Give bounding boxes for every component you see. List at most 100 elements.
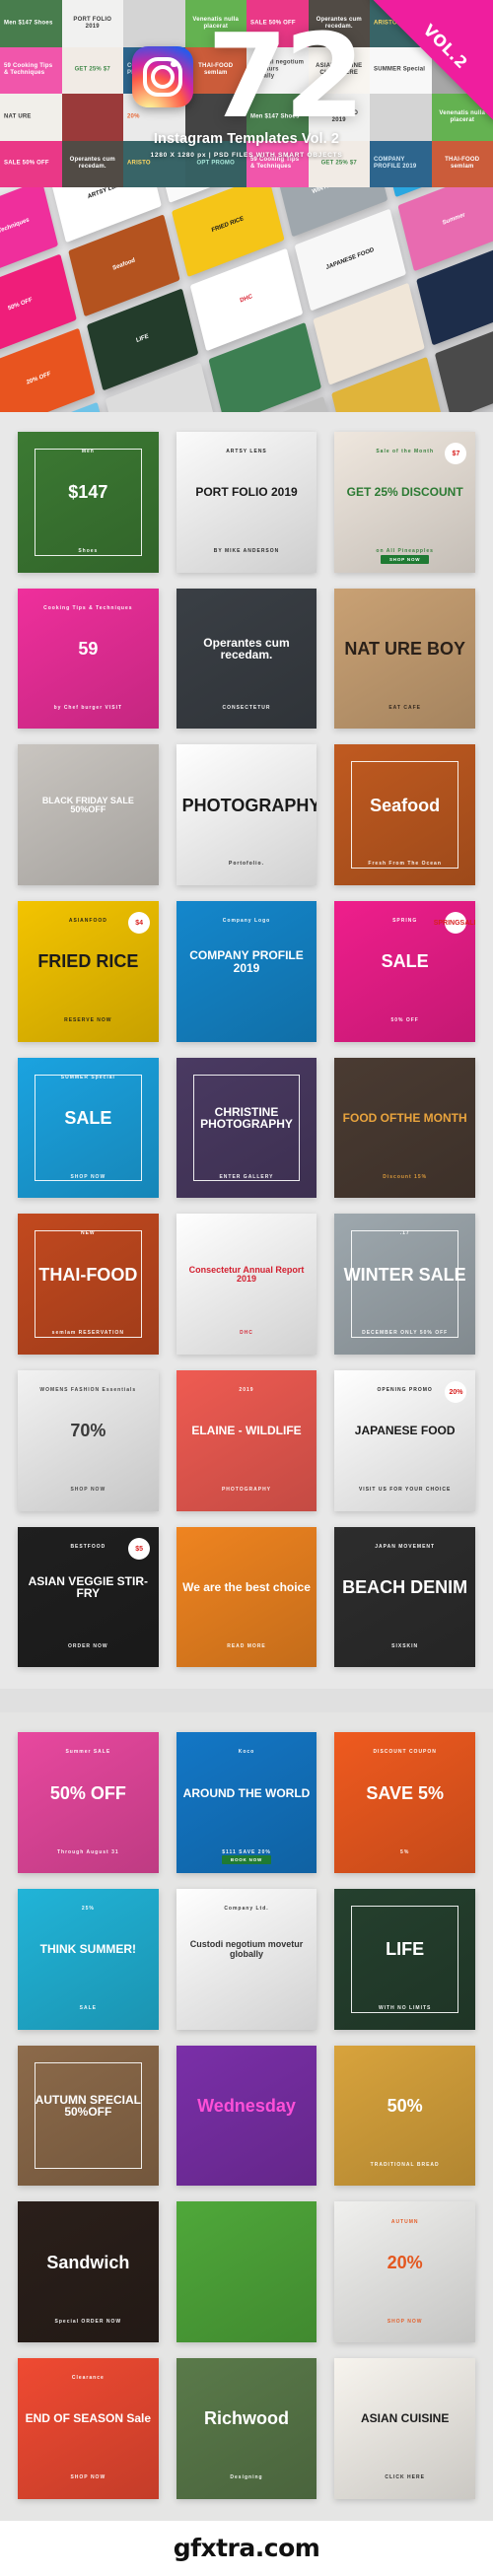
template-card[interactable]: ASIANFOODFRIED RICERESERVE NOW$4 [18, 901, 159, 1042]
template-card[interactable]: Operantes cum recedam.CONSECTETUR [176, 589, 317, 730]
card-eyebrow: ARTSY LENS [176, 449, 317, 454]
template-card[interactable]: OPENING PROMOJAPANESE FOODVISIT US FOR Y… [334, 1370, 475, 1511]
template-card[interactable]: AUTUMN 20% SHOP NOW [334, 2201, 475, 2342]
mockup-tile-label [447, 351, 493, 385]
template-card[interactable]: LIFE WITH NO LIMITS [334, 1889, 475, 2030]
card-subtext: Designing [176, 2474, 317, 2480]
card-title: Wednesday [176, 2097, 317, 2115]
template-card[interactable]: .17WINTER SALEDECEMBER ONLY 50% OFF [334, 1214, 475, 1355]
card-title: CHRISTINE PHOTOGRAPHY [176, 1106, 317, 1130]
template-card[interactable]: 2019ELAINE - WILDLIFEPHOTOGRAPHY [176, 1370, 317, 1511]
card-frame [35, 1075, 141, 1181]
card-title: JAPANESE FOOD [334, 1425, 475, 1436]
card-subtext: WITH NO LIMITS [334, 2005, 475, 2011]
mockup-tile-label [342, 391, 431, 412]
template-card[interactable]: Summer SALE50% OFFThrough August 31 [18, 1732, 159, 1873]
template-card[interactable]: SandwichSpecial ORDER NOW [18, 2201, 159, 2342]
card-eyebrow: AUTUMN [334, 2219, 475, 2225]
card-title: Operantes cum recedam. [176, 637, 317, 661]
footer-watermark-bar: gfxtra.com [0, 2521, 493, 2576]
card-title: NAT URE BOY [334, 640, 475, 658]
card-subtext: EAT CAFE [334, 705, 475, 711]
card-title: AUTUMN SPECIAL 50%OFF [18, 2094, 159, 2118]
template-card[interactable]: PHOTOGRAPHYPortofolio. [176, 744, 317, 885]
card-cta-button[interactable]: SHOP NOW [381, 555, 429, 564]
card-subtext: SHOP NOW [18, 1174, 159, 1180]
site-watermark: gfxtra.com [174, 2534, 320, 2562]
card-title: LIFE [334, 1940, 475, 1958]
card-image [18, 744, 159, 885]
template-card[interactable]: BESTFOODASIAN VEGGIE STIR-FRYORDER NOW$5 [18, 1527, 159, 1668]
perspective-mockup-band: AROUND THE WORLDCooking TechniquesARTSY … [0, 187, 493, 412]
card-title: THAI-FOOD [18, 1266, 159, 1284]
card-image [176, 2201, 317, 2342]
template-card[interactable]: 25%THINK SUMMER!SALE [18, 1889, 159, 2030]
template-card[interactable]: Wednesday [176, 2046, 317, 2187]
card-cta-wrap: BOOK NOW [176, 1848, 317, 1866]
template-grid-b: Summer SALE50% OFFThrough August 31KocoA… [18, 1732, 475, 2498]
mockup-tile-label: Cooking Techniques [0, 211, 47, 251]
card-subtext: Portofolio. [176, 861, 317, 867]
card-subtext: DHC [176, 1330, 317, 1336]
template-card[interactable]: FOOD OFTHE MONTHDiscount 15% [334, 1058, 475, 1199]
card-title: Seafood [334, 797, 475, 814]
template-card[interactable]: Company Ltd.Custodi negotium movetur glo… [176, 1889, 317, 2030]
card-subtext: semlam RESERVATION [18, 1330, 159, 1336]
template-card[interactable]: Company LogoCOMPANY PROFILE 2019 [176, 901, 317, 1042]
card-eyebrow: Clearance [18, 2375, 159, 2381]
card-subtext: VISIT US FOR YOUR CHOICE [334, 1487, 475, 1493]
mockup-tile-label: JAPANESE FOOD [305, 240, 395, 280]
template-card[interactable]: JAPAN MOVEMENTBEACH DENIMSIXSKIN [334, 1527, 475, 1668]
template-card[interactable] [176, 2201, 317, 2342]
template-card[interactable]: BLACK FRIDAY SALE 50%OFF [18, 744, 159, 885]
card-subtext: Shoes [18, 548, 159, 554]
template-card[interactable]: SPRINGSALE50% OFFSPRINGSALE [334, 901, 475, 1042]
card-subtext: SHOP NOW [18, 1487, 159, 1493]
template-card[interactable]: SUMMER SpecialSALESHOP NOW [18, 1058, 159, 1199]
card-title: PORT FOLIO 2019 [176, 486, 317, 498]
template-card[interactable]: RichwoodDesigning [176, 2358, 317, 2499]
card-title: THINK SUMMER! [18, 1943, 159, 1955]
template-card[interactable]: Sale of the MonthGET 25% DISCOUNTon All … [334, 432, 475, 573]
template-card[interactable]: Men$147Shoes [18, 432, 159, 573]
template-card[interactable]: ClearanceEND OF SEASON SaleSHOP NOW [18, 2358, 159, 2499]
template-count: 72 [207, 29, 361, 124]
template-card[interactable]: DISCOUNT COUPONSAVE 5%5% [334, 1732, 475, 1873]
card-eyebrow: WOMENS FASHION Essentials [18, 1387, 159, 1393]
card-subtext: ENTER GALLERY [176, 1174, 317, 1180]
mockup-tile-label: 20% OFF [0, 359, 84, 399]
card-title: 20% [334, 2254, 475, 2271]
card-subtext: CLICK HERE [334, 2474, 475, 2480]
template-card[interactable]: ASIAN CUISINECLICK HERE [334, 2358, 475, 2499]
card-subtext: SHOP NOW [334, 2319, 475, 2325]
section-divider [0, 1689, 493, 1712]
template-card[interactable]: NAT URE BOY EAT CAFE [334, 589, 475, 730]
card-title: BLACK FRIDAY SALE 50%OFF [18, 797, 159, 814]
template-card[interactable]: WOMENS FASHION Essentials70%SHOP NOW [18, 1370, 159, 1511]
template-grid-section-b: Summer SALE50% OFFThrough August 31KocoA… [0, 1712, 493, 2520]
template-card[interactable]: KocoAROUND THE WORLD$111 SAVE 20%BOOK NO… [176, 1732, 317, 1873]
page-title: Instagram Templates Vol. 2 [151, 131, 343, 147]
mockup-tile-label [324, 316, 413, 351]
template-card[interactable]: We are the best choiceREAD MORE [176, 1527, 317, 1668]
mockup-tile-label: ARTSY LENS [60, 187, 151, 212]
template-card[interactable]: ARTSY LENSPORT FOLIO 2019BY MIKE ANDERSO… [176, 432, 317, 573]
card-subtext: READ MORE [176, 1643, 317, 1649]
card-subtext: 5% [334, 1849, 475, 1855]
perspective-grid: AROUND THE WORLDCooking TechniquesARTSY … [0, 187, 493, 412]
template-card[interactable]: NEWTHAI-FOODsemlam RESERVATION [18, 1214, 159, 1355]
card-cta-button[interactable]: BOOK NOW [222, 1855, 271, 1864]
template-card[interactable]: Consectetur Annual Report 2019DHC [176, 1214, 317, 1355]
card-title: GET 25% DISCOUNT [334, 486, 475, 498]
card-title: COMPANY PROFILE 2019 [176, 949, 317, 973]
card-subtext: TRADITIONAL BREAD [334, 2162, 475, 2168]
card-title: $147 [18, 483, 159, 501]
template-card[interactable]: SeafoodFresh From The Ocean [334, 744, 475, 885]
card-title: FRIED RICE [18, 952, 159, 970]
template-card[interactable]: CHRISTINE PHOTOGRAPHY ENTER GALLERY [176, 1058, 317, 1199]
template-card[interactable]: AUTUMN SPECIAL 50%OFF [18, 2046, 159, 2187]
card-title: WINTER SALE [334, 1266, 475, 1284]
card-eyebrow: DISCOUNT COUPON [334, 1749, 475, 1755]
template-card[interactable]: 50%TRADITIONAL BREAD [334, 2046, 475, 2187]
template-card[interactable]: Cooking Tips & Techniques59by Chef burge… [18, 589, 159, 730]
